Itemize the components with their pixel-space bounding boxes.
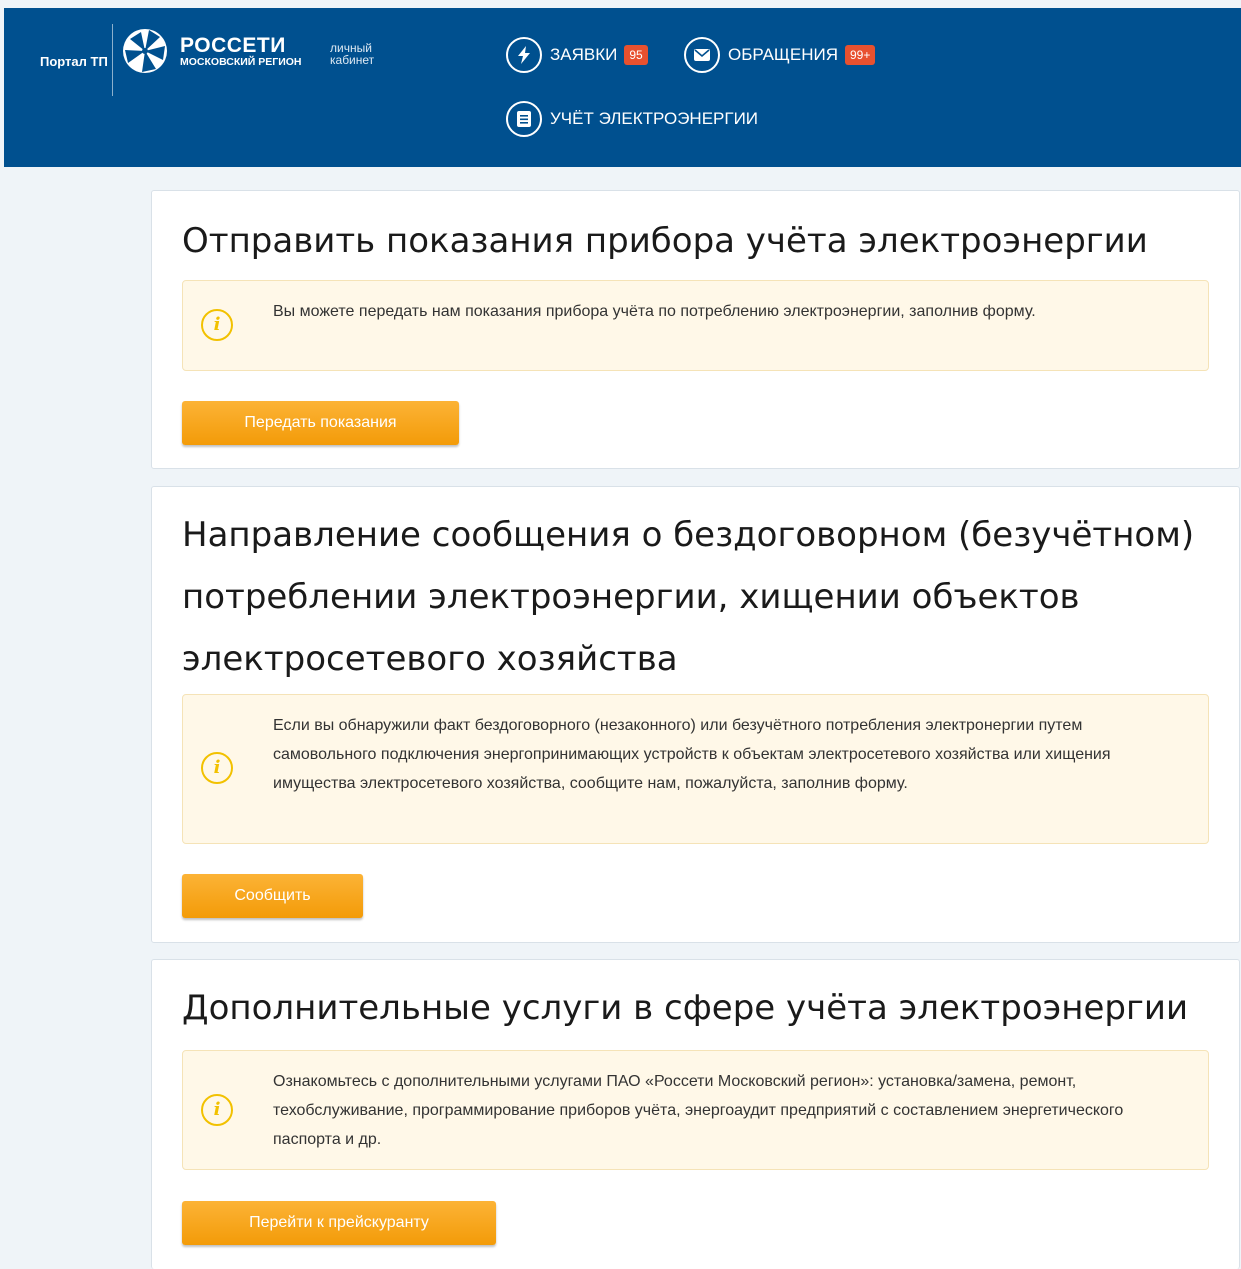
nav-appeals-label: ОБРАЩЕНИЯ [728,45,838,64]
card-title: Направление сообщения о бездоговорном (б… [182,515,1195,679]
nav-metering[interactable]: УЧЁТ ЭЛЕКТРОЭНЕРГИИ [506,101,758,137]
logo-subtitle: МОСКОВСКИЙ РЕГИОН [180,56,302,68]
report-button[interactable]: Сообщить [182,874,363,918]
header-divider [112,24,113,96]
info-note-text: Если вы обнаружили факт бездоговорного (… [273,717,1111,792]
info-note: i Вы можете передать нам показания прибо… [182,280,1209,371]
envelope-icon [684,37,720,73]
info-icon: i [201,752,233,784]
cabinet-label: личный кабинет [330,42,374,66]
portal-tp-link[interactable]: Портал ТП [40,54,108,69]
info-note-text: Вы можете передать нам показания прибора… [273,303,1036,320]
card-title: Отправить показания прибора учёта электр… [182,221,1148,261]
price-list-button[interactable]: Перейти к прейскуранту [182,1201,496,1245]
lightning-icon [506,37,542,73]
logo-name: РОССЕТИ [180,34,286,57]
info-icon: i [201,1094,233,1126]
nav-appeals[interactable]: ОБРАЩЕНИЯ 99+ [684,37,876,73]
nav-metering-label: УЧЁТ ЭЛЕКТРОЭНЕРГИИ [550,109,759,128]
report-unmetered-card: Направление сообщения о бездоговорном (б… [151,486,1240,943]
top-header: Портал ТП РОССЕТИ МОСКОВСКИЙ РЕГИОН личн… [4,8,1241,167]
info-note: i Ознакомьтесь с дополнительными услугам… [182,1050,1209,1170]
submit-readings-card: Отправить показания прибора учёта электр… [151,190,1240,469]
nav-requests-label: ЗАЯВКИ [550,45,618,64]
cabinet-label-line2: кабинет [330,53,375,67]
info-icon: i [201,309,233,341]
rosseti-logo-icon[interactable] [122,28,168,74]
card-title: Дополнительные услуги в сфере учёта элек… [182,988,1189,1028]
document-icon [506,101,542,137]
info-note-text: Ознакомьтесь с дополнительными услугами … [273,1073,1124,1148]
nav-requests[interactable]: ЗАЯВКИ 95 [506,37,648,73]
submit-readings-button[interactable]: Передать показания [182,401,459,445]
additional-services-card: Дополнительные услуги в сфере учёта элек… [151,959,1240,1269]
appeals-count-badge: 99+ [844,45,876,65]
info-note: i Если вы обнаружили факт бездоговорного… [182,694,1209,844]
requests-count-badge: 95 [624,45,648,65]
